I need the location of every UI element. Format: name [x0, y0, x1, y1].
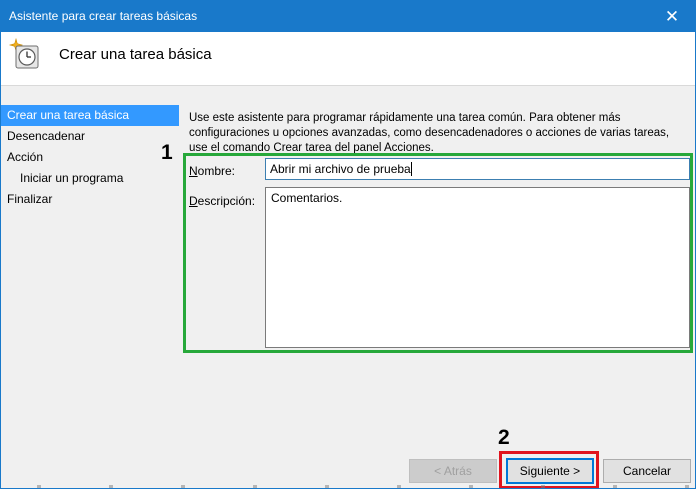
back-button[interactable]: < Atrás: [409, 459, 497, 483]
close-icon[interactable]: ✕: [649, 1, 695, 32]
nav-item-finalizar[interactable]: Finalizar: [1, 189, 179, 210]
next-highlight-box: [499, 451, 599, 488]
bottom-edge: [1, 485, 695, 488]
name-label: Nombre:: [189, 164, 236, 178]
description-textarea[interactable]: Comentarios.: [265, 187, 690, 348]
annotation-number-1: 1: [161, 141, 173, 164]
intro-text: Use este asistente para programar rápida…: [189, 112, 670, 154]
cancel-button[interactable]: Cancelar: [603, 459, 691, 483]
window-title: Asistente para crear tareas básicas: [9, 9, 198, 23]
name-input[interactable]: Abrir mi archivo de prueba: [265, 158, 690, 180]
steps-nav: Crear una tarea básica Desencadenar Acci…: [1, 105, 179, 210]
nav-item-desencadenar[interactable]: Desencadenar: [1, 126, 179, 147]
nav-item-iniciar-programa[interactable]: Iniciar un programa: [1, 168, 179, 189]
page-heading: Crear una tarea básica: [59, 46, 212, 63]
task-clock-icon: [8, 37, 39, 69]
text-caret: [410, 162, 412, 176]
nav-item-crear-tarea[interactable]: Crear una tarea básica: [1, 105, 179, 126]
title-bar[interactable]: Asistente para crear tareas básicas ✕: [1, 1, 695, 32]
description-label: Descripción:: [189, 194, 256, 208]
annotation-number-2: 2: [498, 426, 510, 449]
nav-item-accion[interactable]: Acción: [1, 147, 179, 168]
wizard-header: Crear una tarea básica: [1, 32, 695, 86]
wizard-window: Asistente para crear tareas básicas ✕ Cr…: [0, 0, 696, 489]
